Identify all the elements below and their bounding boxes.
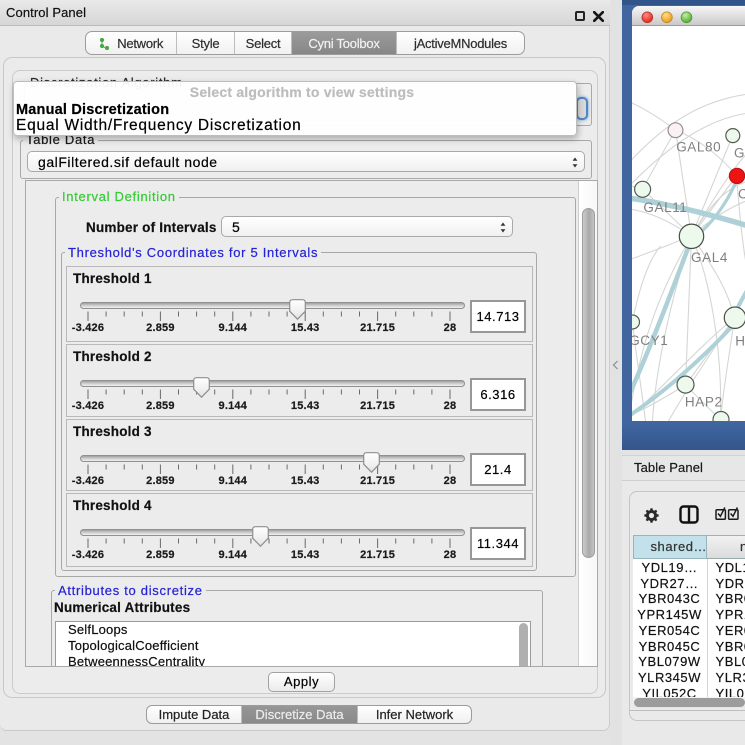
svg-text:GCY1: GCY1 (632, 333, 668, 348)
svg-text:GAL11: GAL11 (643, 200, 687, 215)
svg-text:C: C (738, 187, 745, 202)
svg-text:GA: GA (734, 146, 745, 161)
svg-text:HAP2: HAP2 (684, 395, 722, 410)
svg-text:H: H (735, 334, 745, 349)
svg-text:GAL4: GAL4 (691, 250, 728, 265)
svg-text:GAL80: GAL80 (676, 140, 721, 155)
